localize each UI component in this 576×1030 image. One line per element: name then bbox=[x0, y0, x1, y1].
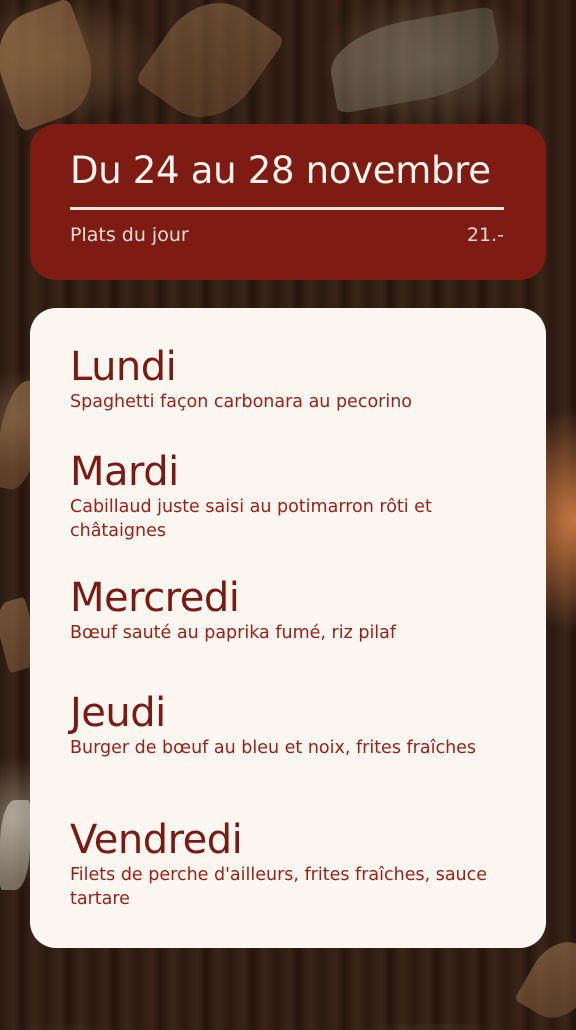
background-leaf bbox=[0, 0, 107, 133]
section-label: Plats du jour bbox=[70, 224, 189, 246]
price-label: 21.- bbox=[466, 224, 504, 246]
header-info-row: Plats du jour 21.- bbox=[70, 224, 504, 246]
day-dish: Spaghetti façon carbonara au pecorino bbox=[70, 392, 413, 412]
header-divider bbox=[70, 207, 504, 210]
background-leaf bbox=[0, 800, 30, 890]
day-name: Lundi bbox=[70, 344, 177, 390]
day-name: Mardi bbox=[70, 449, 179, 495]
day-dish: Cabillaud juste saisi au potimarron rôti… bbox=[70, 497, 432, 541]
page-title: Du 24 au 28 novembre bbox=[70, 149, 491, 192]
menu-day-monday: Lundi Spaghetti façon carbonara au pecor… bbox=[70, 344, 516, 414]
day-name: Mercredi bbox=[70, 575, 240, 621]
day-name: Vendredi bbox=[70, 817, 243, 863]
day-dish: Burger de bœuf au bleu et noix, frites f… bbox=[70, 738, 477, 758]
menu-day-tuesday: Mardi Cabillaud juste saisi au potimarro… bbox=[70, 449, 516, 543]
menu-day-friday: Vendredi Filets de perche d'ailleurs, fr… bbox=[70, 817, 516, 911]
menu-day-thursday: Jeudi Burger de bœuf au bleu et noix, fr… bbox=[70, 690, 516, 760]
menu-day-wednesday: Mercredi Bœuf sauté au paprika fumé, riz… bbox=[70, 575, 516, 645]
day-dish: Filets de perche d'ailleurs, frites fraî… bbox=[70, 865, 488, 909]
header-card: Du 24 au 28 novembre Plats du jour 21.- bbox=[30, 124, 546, 280]
background-leaf bbox=[324, 5, 506, 115]
day-name: Jeudi bbox=[70, 690, 166, 736]
menu-card: Lundi Spaghetti façon carbonara au pecor… bbox=[30, 308, 546, 948]
background-leaf bbox=[134, 0, 286, 138]
day-dish: Bœuf sauté au paprika fumé, riz pilaf bbox=[70, 623, 397, 643]
